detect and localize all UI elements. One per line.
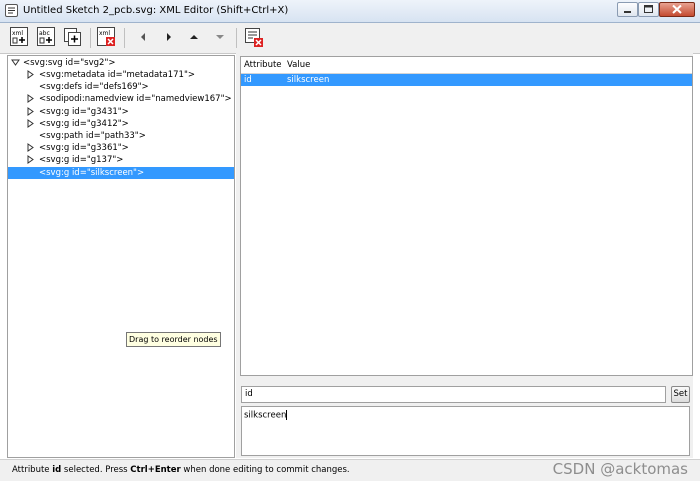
collapsed-triangle-icon[interactable] (26, 143, 35, 153)
attribute-value-cell: silkscreen (287, 75, 330, 85)
attribute-name-cell: id (244, 75, 252, 85)
tree-node-selected[interactable]: <svg:g id="silkscreen"> (8, 166, 234, 179)
attribute-table-header: Attribute Value (241, 57, 692, 74)
collapsed-triangle-icon[interactable] (26, 118, 35, 128)
set-button[interactable]: Set (671, 386, 690, 403)
column-header-value[interactable]: Value (287, 60, 310, 70)
delete-attribute-button[interactable] (243, 26, 265, 48)
attribute-name-input[interactable]: id (241, 386, 666, 403)
tree-node-label: <svg:svg id="svg2"> (23, 58, 116, 68)
attribute-table[interactable]: Attribute Value id silkscreen (240, 56, 693, 376)
tree-node-label: <svg:g id="g3412"> (39, 118, 129, 129)
tree-node-label: <svg:g id="g137"> (39, 155, 124, 166)
tree-node-label: <sodipodi:namedview id="namedview167"> (39, 94, 232, 105)
inkscape-app-icon (5, 4, 18, 17)
window-title: Untitled Sketch 2_pcb.svg: XML Editor (S… (23, 5, 289, 16)
delete-node-button[interactable]: xml (96, 26, 118, 48)
minimize-icon (624, 11, 631, 13)
status-message: Attribute id selected. Press Ctrl+Enter … (12, 465, 350, 475)
abc-new-text-icon: abc (37, 27, 55, 46)
attribute-value-textarea[interactable]: silkscreen (241, 406, 690, 456)
xml-delete-icon: xml (97, 27, 115, 46)
collapsed-triangle-icon[interactable] (26, 106, 35, 116)
column-header-attribute[interactable]: Attribute (244, 60, 282, 70)
maximize-button[interactable] (638, 2, 659, 17)
lower-arrow-icon[interactable] (212, 29, 228, 45)
title-bar: Untitled Sketch 2_pcb.svg: XML Editor (S… (0, 0, 700, 23)
indent-arrow-icon[interactable] (161, 29, 177, 45)
text-caret (286, 410, 288, 420)
expanded-triangle-icon[interactable] (11, 58, 20, 67)
close-icon (672, 4, 682, 14)
toolbar-separator (236, 28, 237, 48)
xml-new-element-icon: xml (10, 27, 28, 46)
unindent-arrow-icon[interactable] (135, 29, 151, 45)
tooltip: Drag to reorder nodes (126, 332, 221, 347)
watermark: CSDN @acktomas (552, 460, 688, 478)
attribute-value-text: silkscreen (244, 410, 287, 421)
collapsed-triangle-icon[interactable] (26, 94, 35, 104)
new-element-node-button[interactable]: xml (9, 26, 31, 48)
new-text-node-button[interactable]: abc (36, 26, 58, 48)
collapsed-triangle-icon[interactable] (26, 70, 35, 79)
delete-attribute-icon (245, 28, 263, 47)
tree-node-label: <svg:g id="g3431"> (39, 106, 129, 117)
svg-text:abc: abc (39, 30, 50, 37)
tree-node-label: <svg:g id="g3361"> (39, 143, 129, 154)
raise-arrow-icon[interactable] (186, 29, 202, 45)
tree-node-label: <svg:defs id="defs169"> (39, 82, 149, 93)
attribute-row[interactable]: id silkscreen (241, 74, 692, 86)
toolbar-separator (90, 28, 91, 48)
status-bar: Attribute id selected. Press Ctrl+Enter … (0, 459, 700, 481)
tree-node-label: <svg:g id="silkscreen"> (39, 167, 145, 178)
collapsed-triangle-icon[interactable] (26, 155, 35, 165)
maximize-icon (644, 5, 653, 13)
svg-text:xml: xml (12, 30, 23, 37)
xml-node-tree[interactable]: <svg:svg id="svg2"> <svg:metadata id="me… (7, 55, 235, 458)
tree-node-label: <svg:metadata id="metadata171"> (39, 70, 195, 80)
toolbar: xml abc xml (0, 23, 700, 54)
svg-text:xml: xml (99, 30, 110, 37)
tree-node-label: <svg:path id="path33"> (39, 131, 146, 141)
duplicate-node-button[interactable] (62, 26, 84, 48)
duplicate-node-icon (64, 28, 81, 46)
minimize-button[interactable] (617, 2, 638, 17)
close-button[interactable] (659, 2, 695, 17)
toolbar-separator (124, 28, 125, 48)
